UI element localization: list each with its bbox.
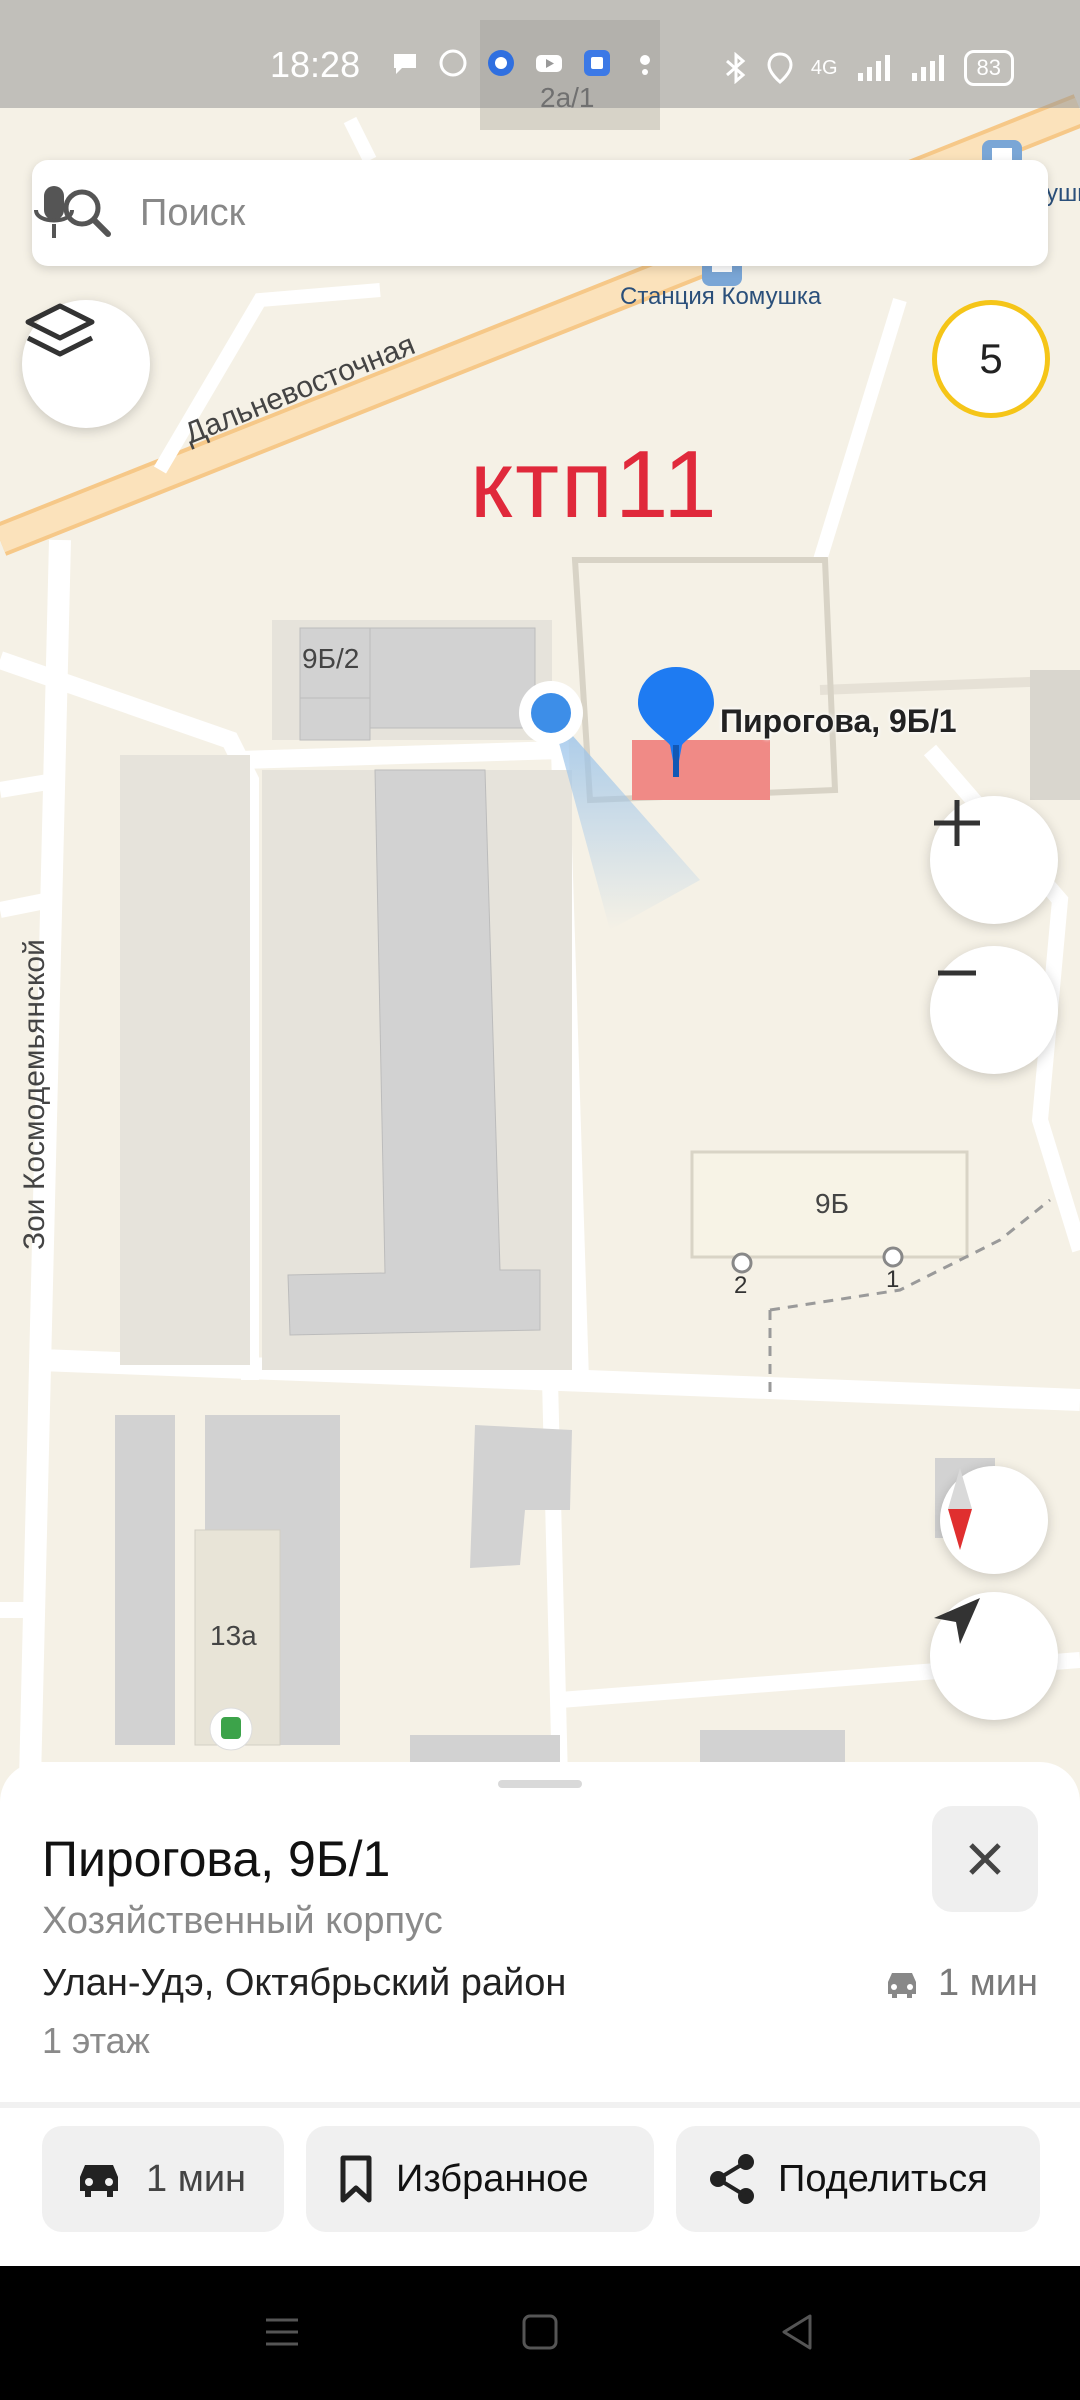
map-overlay-label: ктп11 [470, 431, 719, 538]
action-bar: 1 мин Избранное Поделиться [0, 2126, 1080, 2236]
place-eta-value: 1 мин [937, 1962, 1038, 2004]
car-icon [80, 2165, 118, 2197]
entrance-label-2: 2 [734, 1272, 748, 1299]
divider [0, 2102, 1080, 2108]
status-system-icons: 4G 83 [723, 50, 1014, 86]
close-button[interactable] [932, 1806, 1038, 1912]
menu-icon[interactable] [262, 2312, 302, 2352]
building-label-9b2: 9Б/2 [302, 643, 360, 674]
share-button-label: Поделиться [778, 2157, 988, 2200]
car-icon [887, 1972, 916, 1998]
my-location-icon [519, 681, 583, 745]
status-bar: 18:28 4G 83 [0, 0, 1080, 108]
traffic-level-button[interactable]: 5 [932, 300, 1050, 418]
signal-icon-2 [911, 55, 944, 81]
tram-stop-icon[interactable] [208, 1706, 254, 1752]
selected-poi-label[interactable]: Пирогова, 9Б/1 [720, 703, 957, 740]
favorites-button[interactable]: Избранное [306, 2126, 654, 2232]
entrance-label-1: 1 [886, 1266, 900, 1293]
route-button[interactable]: 1 мин [42, 2126, 284, 2232]
traffic-level-value: 5 [979, 335, 1003, 382]
bluetooth-icon [725, 52, 746, 84]
compass-icon [948, 1468, 972, 1550]
back-icon[interactable] [778, 2312, 818, 2352]
building-label-13a: 13а [210, 1620, 257, 1651]
system-navigation-bar [0, 2266, 1080, 2400]
search-bar[interactable]: Поиск [32, 160, 1048, 266]
layers-icon [25, 303, 95, 357]
location-icon [767, 52, 793, 84]
place-floors: 1 этаж [42, 2020, 150, 2061]
place-title: Пирогова, 9Б/1 [42, 1831, 391, 1887]
bus-stop-label-right: ушк [1046, 180, 1080, 207]
maps-notification-icon [640, 55, 650, 75]
battery-level: 83 [963, 50, 1014, 86]
microphone-icon[interactable] [32, 184, 76, 242]
close-icon [969, 1843, 1001, 1875]
minus-icon [938, 970, 976, 976]
favorites-button-label: Избранное [396, 2157, 589, 2200]
place-category: Хозяйственный корпус [42, 1900, 443, 1942]
compass-button[interactable] [940, 1466, 1048, 1574]
sheet-drag-handle[interactable] [498, 1780, 582, 1788]
message-icon [394, 54, 416, 74]
youtube-icon [536, 55, 562, 72]
status-time: 18:28 [270, 44, 361, 85]
zoom-in-button[interactable] [930, 796, 1058, 924]
plus-icon [934, 800, 980, 846]
browser-icon [488, 50, 514, 76]
building-label-9b: 9Б [815, 1188, 849, 1219]
map-canvas [0, 0, 1080, 1780]
map-view[interactable]: Дальневосточная Зои Космодемьянской Стан… [0, 0, 1080, 1780]
share-icon [710, 2154, 754, 2204]
home-icon[interactable] [520, 2312, 560, 2352]
place-eta[interactable]: 1 мин [882, 1962, 1038, 2005]
street-label-zoi-kosmodemyanskoy: Зои Космодемьянской [18, 939, 51, 1250]
status-notification-icons [390, 48, 660, 78]
layers-button[interactable] [22, 300, 150, 428]
search-input[interactable]: Поиск [140, 192, 245, 235]
viber-icon [439, 49, 467, 77]
network-type: 4G [810, 56, 838, 79]
my-location-button[interactable] [930, 1592, 1058, 1720]
bookmark-icon [340, 2155, 372, 2203]
navigation-arrow-icon [934, 1598, 980, 1644]
app-icon [584, 50, 610, 76]
selected-pin-icon[interactable] [636, 665, 716, 785]
route-button-label: 1 мин [146, 2157, 247, 2200]
share-button[interactable]: Поделиться [676, 2126, 1040, 2232]
signal-icon [857, 55, 890, 81]
zoom-out-button[interactable] [930, 946, 1058, 1074]
place-address: Улан-Удэ, Октябрьский район [42, 1962, 567, 2004]
